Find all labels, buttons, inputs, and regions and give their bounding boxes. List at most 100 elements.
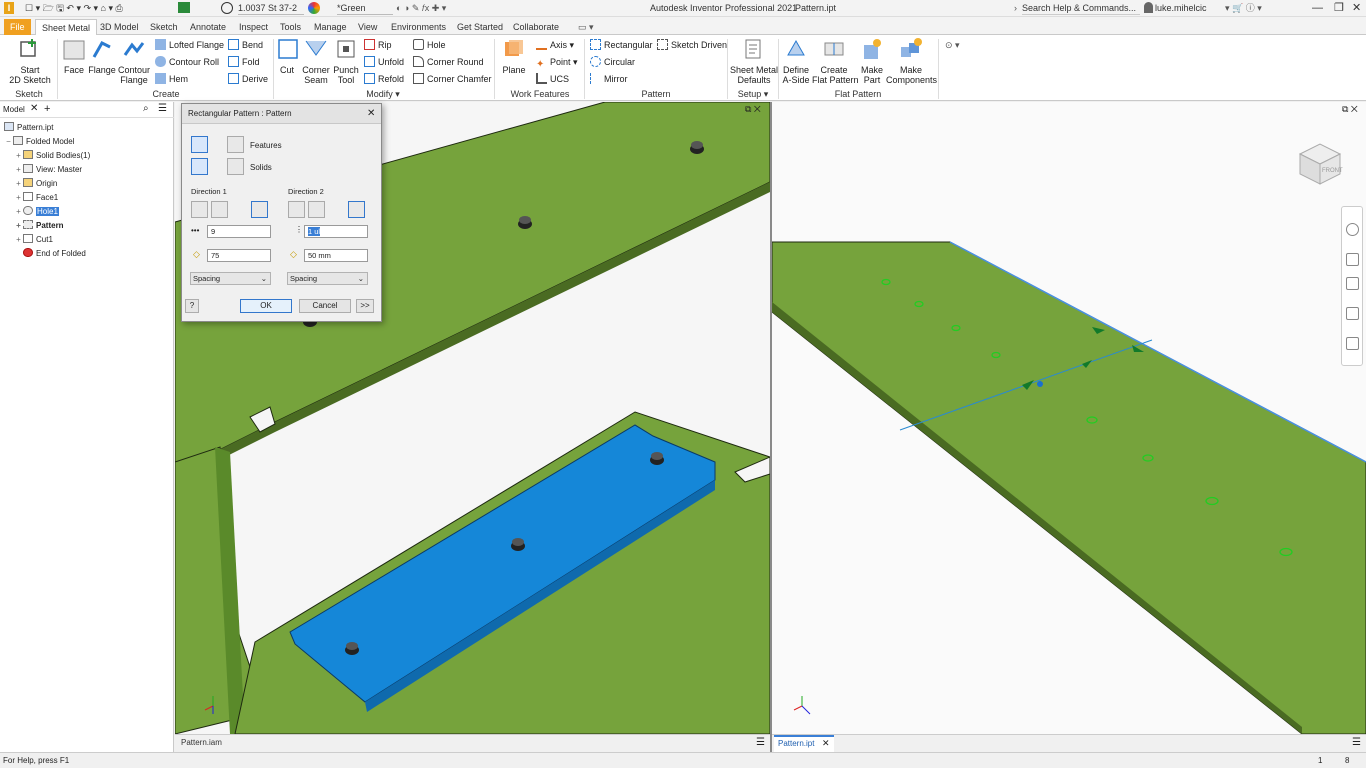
tree-item-folded-model[interactable]: − Folded Model <box>4 135 74 149</box>
face-button[interactable]: Face <box>60 37 88 75</box>
derive-button[interactable]: Derive <box>228 72 268 86</box>
appearance-dropdown[interactable]: *Green <box>337 2 393 15</box>
tab-manage[interactable]: Manage <box>308 19 353 35</box>
menu-icon[interactable]: ☰ <box>158 103 167 114</box>
ok-button[interactable]: OK <box>240 299 292 313</box>
doc-tab-pattern-iam[interactable]: Pattern.iam <box>181 738 222 747</box>
solids-select-icon[interactable] <box>191 158 208 175</box>
direction2-type-select[interactable]: Spacing ⌄ <box>287 272 368 285</box>
close-icon[interactable]: ✕ <box>822 738 830 749</box>
flange-button[interactable]: Flange <box>88 37 116 75</box>
steering-wheel-icon[interactable] <box>1346 223 1359 236</box>
expand-icon[interactable]: + <box>14 191 23 205</box>
doc-tab-pattern-ipt[interactable]: Pattern.ipt ✕ <box>774 735 834 752</box>
bend-button[interactable]: Bend <box>228 38 263 52</box>
lofted-flange-button[interactable]: Lofted Flange <box>155 38 224 52</box>
quick-access-toolbar[interactable]: ☐ ▾ 🗁 🖫 ↶ ▾ ↷ ▾ ⌂ ▾ ⎙ <box>25 2 123 15</box>
point-button[interactable]: ✦ Point ▾ <box>536 55 578 70</box>
tab-inspect[interactable]: Inspect <box>233 19 274 35</box>
corner-seam-button[interactable]: Corner Seam <box>300 37 332 85</box>
tree-item-pattern[interactable]: + Pattern <box>14 219 64 233</box>
tab-file[interactable]: File <box>4 19 31 35</box>
user-name[interactable]: luke.mihelcic <box>1155 2 1207 15</box>
solids-mode-icon[interactable] <box>227 158 244 175</box>
help-icons[interactable]: ▾ 🛒 ⓘ ▾ <box>1225 2 1262 15</box>
define-a-side-button[interactable]: Define A-Side <box>781 37 811 85</box>
viewport-right[interactable]: FRONT ⧉ ✕ <box>772 102 1366 734</box>
cut-button[interactable]: Cut <box>276 37 298 75</box>
expand-icon[interactable]: + <box>14 177 23 191</box>
direction2-spacing-input[interactable]: 50 mm <box>304 249 368 262</box>
features-select-icon[interactable] <box>191 136 208 153</box>
direction2-path-icon[interactable] <box>288 201 305 218</box>
tab-tools[interactable]: Tools <box>274 19 307 35</box>
tree-item-origin[interactable]: + Origin <box>14 177 57 191</box>
contour-roll-button[interactable]: Contour Roll <box>155 55 219 69</box>
tab-view[interactable]: View <box>352 19 383 35</box>
tabs-menu-icon[interactable]: ☰ <box>756 737 765 748</box>
direction1-count-input[interactable]: 9 <box>207 225 271 238</box>
contour-flange-button[interactable]: Contour Flange <box>116 37 152 85</box>
tab-get-started[interactable]: Get Started <box>451 19 509 35</box>
hem-button[interactable]: Hem <box>155 72 188 86</box>
direction1-flip-icon[interactable] <box>211 201 228 218</box>
group-modify-label[interactable]: Modify ▾ <box>276 88 490 100</box>
tree-item-face1[interactable]: + Face1 <box>14 191 58 205</box>
mirror-button[interactable]: Mirror <box>590 72 628 86</box>
tree-item-cut1[interactable]: + Cut1 <box>14 233 53 247</box>
search-icon[interactable]: ⌕ <box>143 103 149 114</box>
direction2-midplane-icon[interactable] <box>348 201 365 218</box>
more-options-button[interactable]: >> <box>356 299 374 313</box>
search-input[interactable]: Search Help & Commands... <box>1022 2 1140 15</box>
minimize-button[interactable]: — <box>1312 2 1323 15</box>
tree-item-view-master[interactable]: + View: Master <box>14 163 82 177</box>
tab-3d-model[interactable]: 3D Model <box>94 19 145 35</box>
maximize-button[interactable]: ❐ <box>1334 2 1344 15</box>
rip-button[interactable]: Rip <box>364 38 392 52</box>
help-button[interactable]: ? <box>185 299 199 313</box>
circular-pattern-button[interactable]: Circular <box>590 55 635 69</box>
tree-root[interactable]: Pattern.ipt <box>4 121 53 135</box>
expand-icon[interactable]: + <box>14 149 23 163</box>
create-flat-pattern-button[interactable]: Create Flat Pattern <box>812 37 859 85</box>
corner-chamfer-button[interactable]: Corner Chamfer <box>413 72 492 86</box>
axis-button[interactable]: Axis ▾ <box>536 38 574 52</box>
appearance-tools[interactable]: ◐ ◑ ✎ 𝑓x ✚ ▾ <box>396 2 446 15</box>
inventor-logo-icon[interactable]: I <box>4 2 14 14</box>
view-cube[interactable]: FRONT <box>1296 140 1344 186</box>
tree-item-solid-bodies[interactable]: + Solid Bodies(1) <box>14 149 90 163</box>
cancel-button[interactable]: Cancel <box>299 299 351 313</box>
tab-environments[interactable]: Environments <box>385 19 452 35</box>
unfold-button[interactable]: Unfold <box>364 55 404 69</box>
ribbon-options-icon[interactable]: ▭ ▾ <box>572 19 600 35</box>
tree-item-hole1[interactable]: + Hole1 <box>14 205 59 219</box>
ucs-button[interactable]: UCS <box>536 72 569 86</box>
refold-button[interactable]: Refold <box>364 72 404 86</box>
expand-icon[interactable]: + <box>14 163 23 177</box>
expand-icon[interactable]: + <box>14 219 23 233</box>
tab-sheet-metal[interactable]: Sheet Metal <box>35 19 98 35</box>
add-browser-icon[interactable]: + <box>44 103 50 115</box>
make-part-button[interactable]: Make Part <box>858 37 886 85</box>
direction2-flip-icon[interactable] <box>308 201 325 218</box>
direction1-spacing-input[interactable]: 75 <box>207 249 271 262</box>
tab-annotate[interactable]: Annotate <box>184 19 232 35</box>
browser-tab-model[interactable]: Model <box>3 105 25 114</box>
direction2-count-input[interactable]: 1 ul <box>304 225 368 238</box>
hole-button[interactable]: Hole <box>413 38 446 52</box>
orbit-icon[interactable] <box>1346 307 1359 320</box>
sheet-metal-defaults-button[interactable]: Sheet Metal Defaults <box>730 37 778 85</box>
dialog-close-button[interactable]: ✕ <box>367 108 375 119</box>
viewport-maximize-icon[interactable]: ⧉ ✕ <box>745 104 761 115</box>
collapse-icon[interactable]: − <box>4 135 13 149</box>
material-dropdown[interactable]: 1.0037 St 37-2 <box>238 2 304 15</box>
corner-round-button[interactable]: Corner Round <box>413 55 484 69</box>
color-swatch-icon[interactable] <box>178 2 190 13</box>
fold-button[interactable]: Fold <box>228 55 260 69</box>
ribbon-more-icon[interactable]: ⊙ ▾ <box>945 38 960 52</box>
direction1-path-icon[interactable] <box>191 201 208 218</box>
make-components-button[interactable]: Make Components <box>886 37 937 85</box>
start-2d-sketch-button[interactable]: Start 2D Sketch <box>8 37 52 85</box>
tabs-menu-icon[interactable]: ☰ <box>1352 737 1361 748</box>
direction1-type-select[interactable]: Spacing ⌄ <box>190 272 271 285</box>
